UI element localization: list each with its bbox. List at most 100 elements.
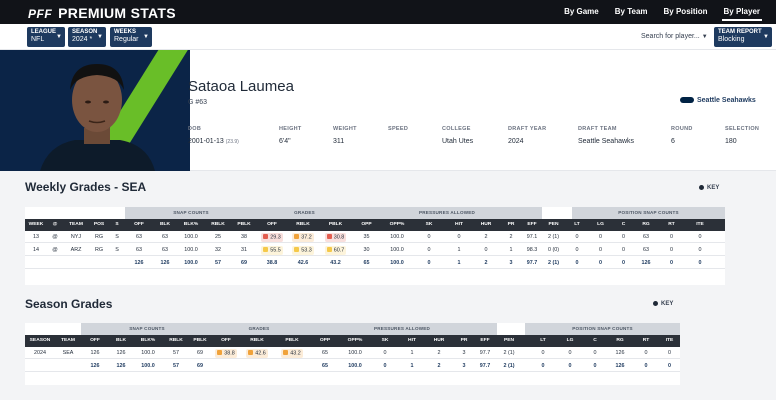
table-cell: 37.2 bbox=[287, 233, 319, 242]
column-header[interactable]: RBLK bbox=[163, 335, 189, 347]
table-cell: 3 bbox=[462, 363, 466, 369]
column-header[interactable]: SK bbox=[371, 335, 399, 347]
table-cell: 65 bbox=[322, 350, 328, 356]
column-header[interactable]: C bbox=[613, 219, 634, 231]
column-header[interactable]: LG bbox=[588, 219, 613, 231]
bio-value: 2024 bbox=[508, 138, 524, 145]
nav-by-position[interactable]: By Position bbox=[656, 0, 716, 24]
column-header[interactable]: RT bbox=[658, 219, 685, 231]
weeks-dropdown[interactable]: WEEKS Regular ▼ bbox=[110, 27, 152, 47]
column-header[interactable]: LG bbox=[557, 335, 583, 347]
column-header[interactable]: S bbox=[109, 219, 125, 231]
column-header[interactable]: RBLK bbox=[205, 219, 231, 231]
grade-value: 37.2 bbox=[301, 234, 312, 241]
column-header[interactable]: LT bbox=[566, 219, 588, 231]
league-dropdown[interactable]: LEAGUE NFL ▼ bbox=[27, 27, 65, 47]
team-report-dropdown[interactable]: TEAM REPORT Blocking ▼ bbox=[714, 27, 772, 47]
column-header[interactable]: POS bbox=[89, 219, 109, 231]
column-header[interactable]: HIT bbox=[399, 335, 425, 347]
grade-badge: 38.8 bbox=[215, 349, 237, 358]
table-cell: 69 bbox=[197, 350, 203, 356]
table-cell: 63 bbox=[643, 247, 649, 253]
pff-logo[interactable]: PFF PREMIUM STATS bbox=[28, 5, 176, 21]
table-cell: 126 bbox=[90, 363, 100, 369]
table-cell: 0 bbox=[575, 247, 579, 253]
column-header[interactable]: PBLK bbox=[231, 219, 257, 231]
table-cell: 2 bbox=[509, 234, 513, 240]
column-header[interactable]: HUR bbox=[473, 219, 499, 231]
season-dropdown[interactable]: SEASON 2024 * ▼ bbox=[68, 27, 106, 47]
nav-by-player[interactable]: By Player bbox=[716, 0, 768, 24]
column-header[interactable]: OPP% bbox=[339, 335, 371, 347]
table-cell: 0 bbox=[593, 350, 597, 356]
column-header[interactable]: BLK bbox=[109, 335, 133, 347]
seahawks-logo-icon bbox=[680, 97, 694, 104]
column-header[interactable]: PBLK bbox=[189, 335, 211, 347]
column-header[interactable]: HUR bbox=[425, 335, 453, 347]
column-header[interactable]: ITE bbox=[685, 219, 715, 231]
nav-by-team[interactable]: By Team bbox=[607, 0, 656, 24]
table-cell: 0 bbox=[484, 247, 488, 253]
table-group-header: PRESSURES ALLOWED bbox=[307, 323, 497, 335]
table-cell: 0 bbox=[698, 260, 702, 266]
table-cell: 97.7 bbox=[479, 350, 491, 356]
column-header[interactable]: EFF bbox=[475, 335, 495, 347]
table-cell: 2 bbox=[437, 350, 441, 356]
column-header[interactable]: ITE bbox=[659, 335, 680, 347]
column-header[interactable]: OPP% bbox=[381, 219, 413, 231]
info-icon bbox=[653, 301, 658, 306]
team-name: Seattle Seahawks bbox=[697, 97, 756, 104]
grade-value: 29.3 bbox=[270, 234, 281, 241]
table-cell: 60.7 bbox=[319, 246, 352, 255]
column-header[interactable]: WEEK bbox=[25, 219, 47, 231]
table-cell: ARZ bbox=[70, 247, 82, 253]
column-header[interactable]: RG bbox=[634, 219, 658, 231]
column-header[interactable]: TEAM bbox=[63, 219, 89, 231]
table-cell: 63 bbox=[136, 234, 142, 240]
column-header[interactable]: SK bbox=[413, 219, 445, 231]
bio-height: HEIGHT 6'4" bbox=[279, 126, 302, 145]
column-header[interactable]: SEASON bbox=[25, 335, 55, 347]
column-header[interactable]: BLK bbox=[153, 219, 177, 231]
column-header[interactable]: PEN bbox=[495, 335, 523, 347]
column-header[interactable]: OPP bbox=[311, 335, 339, 347]
column-header[interactable]: RT bbox=[633, 335, 659, 347]
column-header[interactable]: RBLK bbox=[287, 219, 319, 231]
column-header[interactable]: PBLK bbox=[273, 335, 311, 347]
table-cell: 100.0 bbox=[141, 363, 155, 369]
column-header[interactable]: OFF bbox=[81, 335, 109, 347]
bio-label: DRAFT YEAR bbox=[508, 126, 547, 132]
table-cell: 65 bbox=[363, 260, 370, 266]
chevron-down-icon: ▼ bbox=[97, 34, 103, 40]
table-cell: 0 (0) bbox=[547, 247, 560, 253]
column-header[interactable]: EFF bbox=[523, 219, 541, 231]
season-key-toggle[interactable]: KEY bbox=[653, 301, 673, 307]
column-header[interactable]: OFF bbox=[257, 219, 287, 231]
column-header[interactable]: PR bbox=[499, 219, 523, 231]
column-header[interactable]: @ bbox=[47, 219, 63, 231]
column-header[interactable]: OFF bbox=[211, 335, 241, 347]
weekly-key-toggle[interactable]: KEY bbox=[699, 185, 719, 191]
column-header[interactable]: PR bbox=[453, 335, 475, 347]
column-header[interactable]: RBLK bbox=[241, 335, 273, 347]
table-cell: 0 bbox=[599, 234, 602, 240]
grade-color-swatch bbox=[294, 247, 300, 252]
column-header[interactable]: HIT bbox=[445, 219, 473, 231]
column-header[interactable]: PEN bbox=[541, 219, 566, 231]
column-header[interactable]: BLK% bbox=[133, 335, 163, 347]
column-header[interactable]: RG bbox=[607, 335, 633, 347]
column-header[interactable]: PBLK bbox=[319, 219, 352, 231]
team-link[interactable]: Seattle Seahawks bbox=[680, 97, 756, 104]
column-header[interactable]: C bbox=[583, 335, 607, 347]
column-header[interactable]: OFF bbox=[125, 219, 153, 231]
table-cell: 0 bbox=[668, 363, 671, 369]
column-header[interactable]: OPP bbox=[352, 219, 381, 231]
column-header[interactable]: TEAM bbox=[55, 335, 81, 347]
nav-by-game[interactable]: By Game bbox=[556, 0, 607, 24]
column-header[interactable]: LT bbox=[529, 335, 557, 347]
column-header[interactable]: BLK% bbox=[177, 219, 205, 231]
table-cell: 0 bbox=[575, 234, 579, 240]
search-input[interactable]: Search for player... ▼ bbox=[641, 33, 708, 40]
table-cell: 65 bbox=[322, 363, 328, 369]
bio-college: COLLEGE Utah Utes bbox=[442, 126, 473, 145]
